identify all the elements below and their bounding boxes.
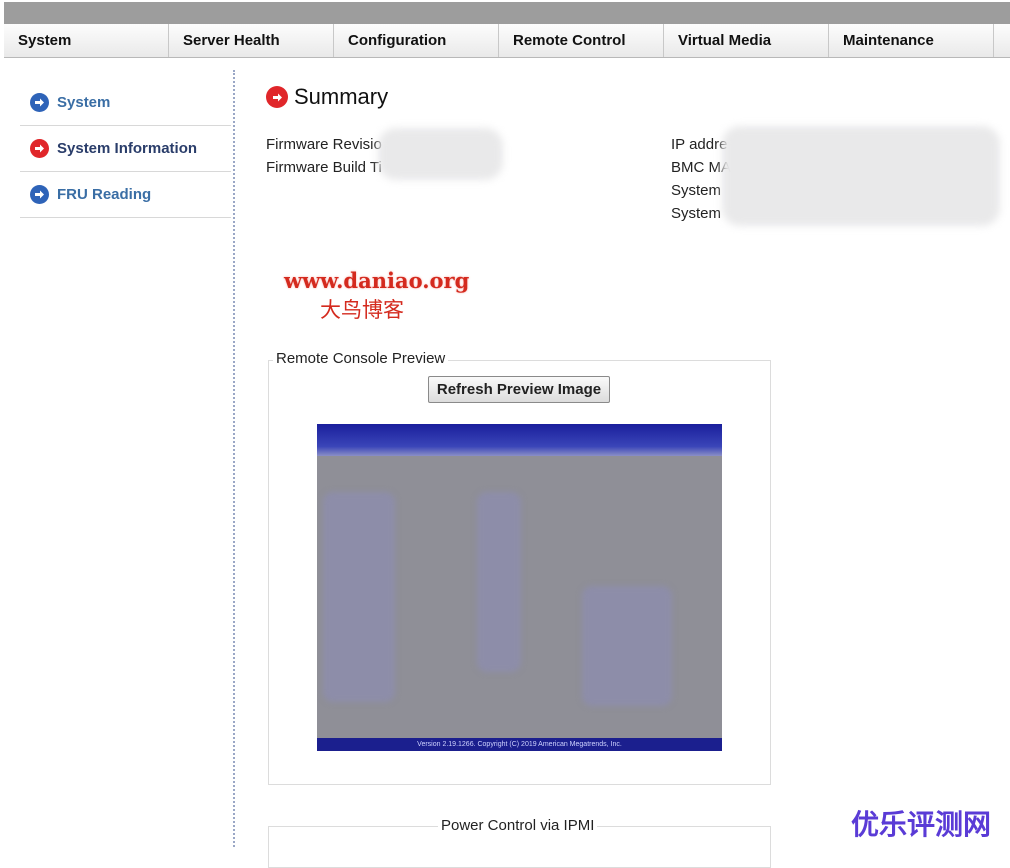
nav-maintenance[interactable]: Maintenance xyxy=(829,24,994,57)
arrow-right-icon xyxy=(30,93,49,112)
page-title: Summary xyxy=(266,84,388,110)
nav-remote-control[interactable]: Remote Control xyxy=(499,24,664,57)
console-header xyxy=(317,424,722,456)
nav-server-health[interactable]: Server Health xyxy=(169,24,334,57)
top-nav: System Server Health Configuration Remot… xyxy=(4,24,1010,58)
sidebar-item-label: FRU Reading xyxy=(57,186,152,203)
sidebar: System System Information FRU Reading xyxy=(20,80,231,218)
arrow-right-icon xyxy=(266,86,288,108)
top-banner xyxy=(4,2,1010,24)
sidebar-item-fru-reading[interactable]: FRU Reading xyxy=(20,172,231,218)
power-control-legend: Power Control via IPMI xyxy=(438,817,598,834)
redacted-area xyxy=(378,128,503,180)
firmware-revision-label: Firmware Revisio xyxy=(266,136,382,153)
arrow-right-icon xyxy=(30,185,49,204)
sidebar-item-system[interactable]: System xyxy=(20,80,231,126)
remote-console-legend: Remote Console Preview xyxy=(273,350,449,367)
firmware-info: Firmware Revisio Firmware Build Ti xyxy=(266,133,382,179)
sidebar-item-label: System xyxy=(57,94,111,111)
nav-configuration[interactable]: Configuration xyxy=(334,24,499,57)
console-footer: Version 2.19.1266. Copyright (C) 2019 Am… xyxy=(317,738,722,751)
redacted-area xyxy=(722,126,1000,226)
sidebar-item-system-information[interactable]: System Information xyxy=(20,126,231,172)
watermark-name: 大鸟博客 xyxy=(320,298,404,322)
watermark-url: www.daniao.org xyxy=(284,268,470,293)
watermark-corner: 优乐评测网 xyxy=(851,809,992,840)
summary-title-text: Summary xyxy=(294,84,389,109)
firmware-build-time-label: Firmware Build Ti xyxy=(266,159,382,176)
console-body xyxy=(317,456,722,738)
sidebar-item-label: System Information xyxy=(57,140,198,157)
sidebar-divider xyxy=(233,70,235,847)
refresh-preview-button[interactable]: Refresh Preview Image xyxy=(428,376,610,403)
nav-system[interactable]: System xyxy=(4,24,169,57)
console-screenshot[interactable]: Version 2.19.1266. Copyright (C) 2019 Am… xyxy=(317,424,722,751)
nav-virtual-media[interactable]: Virtual Media xyxy=(664,24,829,57)
arrow-right-icon xyxy=(30,139,49,158)
